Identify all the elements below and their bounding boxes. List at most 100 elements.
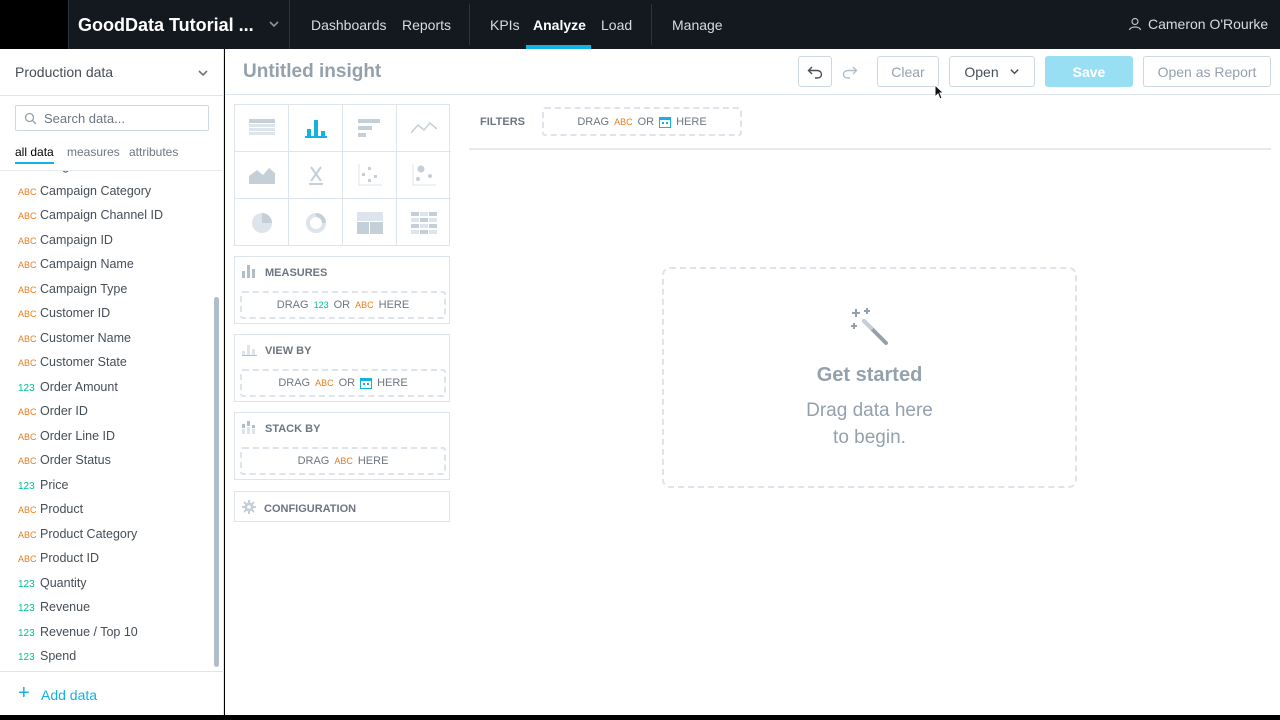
catalog-item[interactable]: 123 Price (18, 478, 68, 498)
save-button[interactable]: Save (1045, 56, 1133, 87)
tab-all-data[interactable]: all data (15, 145, 54, 164)
configuration-title: CONFIGURATION (242, 500, 356, 515)
catalog-item[interactable]: ABC Campaign Category (18, 184, 151, 204)
catalog-item[interactable]: ABC Customer State (18, 355, 127, 375)
treemap-icon (356, 211, 383, 234)
catalog-item[interactable]: 123 Quantity (18, 576, 87, 596)
viz-column[interactable] (289, 105, 343, 152)
configuration-panel[interactable]: CONFIGURATION (234, 491, 450, 522)
nav-manage[interactable]: Manage (672, 17, 723, 33)
attribute-type-icon: ABC (18, 211, 37, 221)
nav-reports[interactable]: Reports (402, 17, 451, 33)
tab-attributes[interactable]: attributes (129, 145, 178, 159)
open-label: Open (964, 63, 999, 80)
viz-bubble[interactable] (397, 152, 451, 199)
filters-drop-zone[interactable]: DRAG ABC OR HERE (542, 107, 742, 136)
viz-bar[interactable] (343, 105, 397, 152)
catalog-item[interactable]: 123Budget (18, 171, 80, 179)
attribute-type-icon: ABC (18, 186, 37, 197)
undo-button[interactable] (798, 56, 832, 87)
plus-icon: + (18, 682, 30, 704)
viz-treemap[interactable] (343, 199, 397, 246)
catalog-item[interactable]: 123 Order Amount (18, 380, 118, 400)
scatter-plot-icon (358, 164, 382, 186)
nav-dashboards[interactable]: Dashboards (311, 17, 387, 33)
catalog-item-label: Product Category (40, 526, 138, 541)
attribute-type-icon: ABC (18, 554, 37, 564)
viz-pie[interactable] (235, 199, 289, 246)
clear-button[interactable]: Clear (877, 56, 939, 87)
catalog-item-label: Product (40, 502, 84, 516)
measure-type-icon: 123 (18, 382, 35, 394)
catalog-item[interactable]: ABC Product (18, 502, 83, 522)
nav-analyze[interactable]: Analyze (533, 17, 586, 33)
window-edge (0, 715, 1280, 720)
catalog-item[interactable]: ABC Customer Name (18, 331, 131, 351)
viz-heatmap[interactable] (397, 199, 451, 246)
viz-table[interactable] (235, 105, 289, 152)
date-icon (659, 116, 672, 128)
search-input[interactable] (44, 109, 204, 127)
measures-drop-zone[interactable]: DRAG 123 OR ABC HERE (240, 291, 446, 319)
catalog-item[interactable]: ABC Customer ID (18, 306, 110, 326)
viz-area[interactable] (235, 152, 289, 199)
catalog-item-label: Price (40, 477, 69, 492)
catalog-item-label: Spend (40, 649, 77, 663)
catalog-item-label: Campaign Type (40, 281, 128, 296)
tab-measures[interactable]: measures (67, 145, 120, 159)
catalog-scrollbar[interactable] (214, 297, 219, 667)
catalog-item[interactable]: ABC Product ID (18, 551, 99, 571)
catalog-item[interactable]: 123 Revenue / Top 10 (18, 625, 138, 645)
heatmap-icon (411, 211, 437, 234)
measures-bucket-title: MEASURES (242, 265, 327, 279)
search-icon (24, 112, 37, 125)
catalog-item[interactable]: ABC Order Status (18, 453, 111, 473)
catalog-item-label: Order Amount (40, 379, 118, 394)
viz-headline[interactable] (289, 152, 343, 199)
measures-bucket: MEASURES DRAG 123 OR ABC HERE (234, 256, 450, 324)
open-button[interactable]: Open (949, 56, 1035, 87)
catalog-item[interactable]: 123 Revenue (18, 600, 90, 620)
insight-header: Untitled insight Clear Open Save Open as… (225, 49, 1280, 95)
measures-icon (242, 265, 255, 278)
viz-line[interactable] (397, 105, 451, 152)
magic-wand-icon (851, 308, 888, 345)
stack-by-drop-zone[interactable]: DRAG ABC HERE (240, 447, 446, 475)
user-menu[interactable]: Cameron O'Rourke (1128, 16, 1268, 32)
add-data-button[interactable]: + Add data (0, 671, 224, 715)
chevron-down-icon (269, 21, 279, 28)
catalog-item[interactable]: ABC Campaign ID (18, 233, 113, 253)
data-source-picker[interactable]: Production data (0, 49, 224, 96)
viz-scatter[interactable] (343, 152, 397, 199)
attribute-type-icon: ABC (18, 309, 37, 319)
bar-chart-icon (357, 119, 380, 137)
catalog-item[interactable]: ABC Campaign Name (18, 257, 134, 277)
attribute-type-icon: ABC (18, 431, 37, 442)
search-box (15, 105, 209, 131)
nav-load[interactable]: Load (601, 17, 632, 33)
view-by-bucket-title: VIEW BY (242, 343, 311, 357)
view-by-drop-zone[interactable]: DRAG ABC OR HERE (240, 369, 446, 397)
catalog-item[interactable]: ABC Order ID (18, 404, 88, 424)
catalog-item-label: Campaign ID (40, 232, 113, 247)
redo-button[interactable] (833, 56, 867, 87)
measure-type-icon: 123 (18, 603, 35, 614)
attribute-type-icon: ABC (18, 333, 37, 344)
viz-donut[interactable] (289, 199, 343, 246)
workspace-picker[interactable]: GoodData Tutorial ... (68, 0, 290, 49)
catalog-item[interactable]: ABC Product Category (18, 527, 137, 547)
catalog-item[interactable]: ABC Campaign Type (18, 282, 127, 302)
attribute-type-icon: ABC (18, 260, 37, 270)
canvas-drop-zone[interactable]: Get started Drag data here to begin. (662, 267, 1077, 488)
mouse-cursor-icon (934, 84, 944, 100)
insight-title[interactable]: Untitled insight (243, 61, 381, 83)
add-data-label: Add data (41, 687, 98, 703)
open-as-report-button[interactable]: Open as Report (1143, 56, 1271, 87)
catalog-item[interactable]: ABC Order Line ID (18, 429, 115, 449)
gear-icon (242, 500, 256, 514)
attribute-type-icon: ABC (18, 407, 37, 417)
catalog-item[interactable]: 123 Spend (18, 649, 76, 669)
nav-kpis[interactable]: KPIs (490, 17, 520, 33)
catalog-item[interactable]: ABC Campaign Channel ID (18, 208, 163, 228)
date-icon (360, 378, 373, 389)
